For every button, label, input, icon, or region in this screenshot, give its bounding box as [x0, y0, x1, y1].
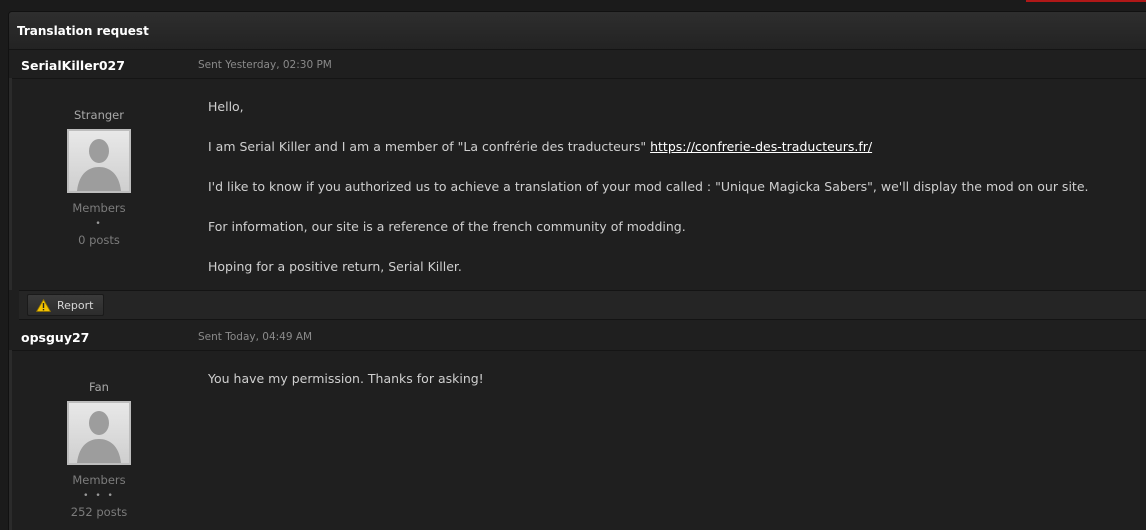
sent-date: Sent Yesterday, 02:30 PM — [198, 59, 332, 71]
author-info: Fan Members • • • 252 posts — [9, 380, 189, 519]
default-avatar-icon[interactable] — [67, 401, 131, 465]
body-line: I'd like to know if you authorized us to… — [208, 179, 1089, 194]
report-button[interactable]: Report — [27, 294, 105, 316]
conversation-panel: Translation request SerialKiller027 Sent… — [8, 11, 1146, 530]
author-name-link[interactable]: opsguy27 — [21, 330, 89, 345]
message-body: You have my permission. Thanks for askin… — [208, 369, 484, 409]
member-rank: Stranger — [74, 108, 124, 122]
member-rank: Fan — [89, 380, 109, 394]
default-avatar-icon[interactable] — [67, 129, 131, 193]
rank-pips: • — [95, 219, 103, 229]
page: Translation request SerialKiller027 Sent… — [0, 0, 1146, 530]
message-1: SerialKiller027 Sent Yesterday, 02:30 PM… — [9, 50, 1146, 330]
author-name-link[interactable]: SerialKiller027 — [21, 58, 125, 73]
report-label: Report — [57, 298, 94, 312]
sent-date: Sent Today, 04:49 AM — [198, 331, 313, 343]
member-group: Members — [72, 201, 126, 215]
message-2: opsguy27 Sent Today, 04:49 AM Fan Member… — [9, 322, 1146, 530]
conversation-title: Translation request — [17, 23, 149, 38]
rank-pips: • • • — [83, 491, 115, 501]
message-body: Hello, I am Serial Killer and I am a mem… — [208, 97, 1088, 297]
warning-icon — [35, 298, 52, 312]
body-line: Hello, — [208, 99, 244, 114]
post-count: 252 posts — [70, 505, 128, 519]
panel-header: Translation request — [9, 12, 1146, 50]
site-link[interactable]: https://confrerie-des-traducteurs.fr/ — [650, 139, 872, 154]
body-line: For information, our site is a reference… — [208, 219, 686, 234]
body-line: I am Serial Killer and I am a member of … — [208, 137, 1088, 157]
author-info: Stranger Members • 0 posts — [9, 108, 189, 247]
body-line: Hoping for a positive return, Serial Kil… — [208, 259, 462, 274]
post-count: 0 posts — [78, 233, 120, 247]
body-text: I am Serial Killer and I am a member of … — [208, 139, 647, 154]
message-header: SerialKiller027 Sent Yesterday, 02:30 PM — [9, 50, 1146, 79]
message-header: opsguy27 Sent Today, 04:49 AM — [9, 322, 1146, 351]
message-footer: Report — [19, 290, 1146, 320]
body-line: You have my permission. Thanks for askin… — [208, 371, 484, 386]
member-group: Members — [72, 473, 126, 487]
top-accent-bar — [1026, 0, 1146, 2]
